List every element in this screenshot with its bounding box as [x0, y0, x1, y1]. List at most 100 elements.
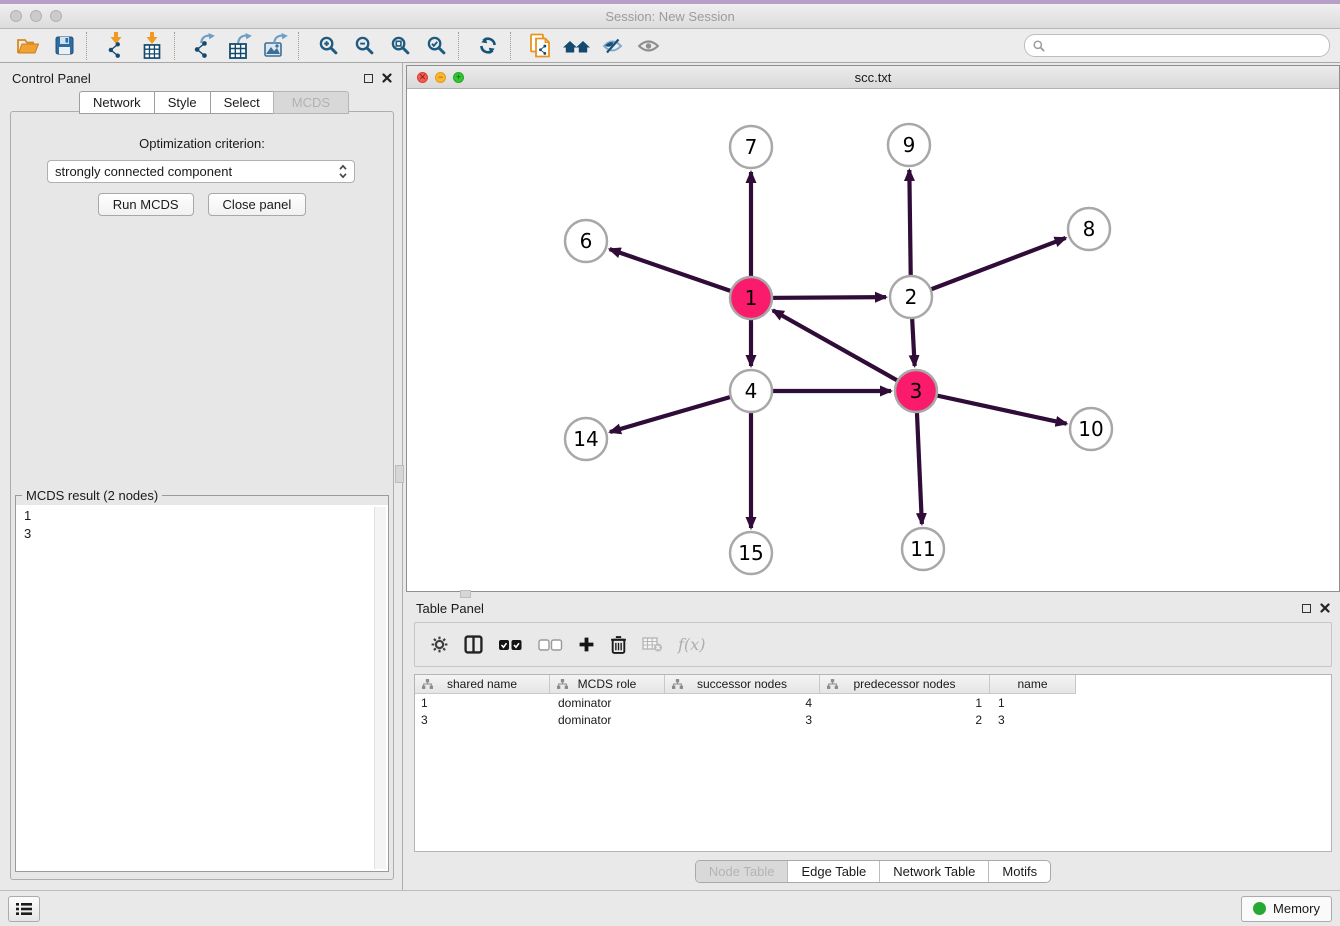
table-cell[interactable]: dominator	[550, 694, 665, 711]
delete-table-button[interactable]	[642, 637, 663, 652]
tab-motifs[interactable]: Motifs	[988, 861, 1050, 882]
deselect-all-button[interactable]	[538, 639, 563, 651]
graph-node-14[interactable]: 14	[565, 418, 607, 460]
memory-status-dot	[1253, 902, 1266, 915]
export-table-button[interactable]	[222, 31, 258, 61]
vertical-splitter-grip[interactable]	[395, 465, 404, 483]
tab-network[interactable]: Network	[79, 91, 154, 114]
clone-network-icon	[529, 33, 551, 58]
table-cell[interactable]: 1	[415, 694, 550, 711]
show-columns-button[interactable]	[464, 635, 483, 654]
table-cell[interactable]: dominator	[550, 711, 665, 728]
svg-text:2: 2	[905, 285, 918, 309]
hierarchy-icon	[422, 679, 433, 689]
graph-node-1[interactable]: 1	[730, 277, 772, 319]
column-header-successor-nodes[interactable]: successor nodes	[665, 675, 820, 694]
minimize-window-button[interactable]	[30, 10, 42, 22]
memory-button[interactable]: Memory	[1241, 896, 1332, 922]
graph-node-9[interactable]: 9	[888, 124, 930, 166]
table-cell[interactable]: 3	[415, 711, 550, 728]
zoom-network-button[interactable]: +	[453, 72, 464, 83]
export-image-button[interactable]	[258, 31, 294, 61]
search-box[interactable]	[1024, 34, 1330, 57]
hide-selected-button[interactable]	[594, 31, 630, 61]
close-table-panel-icon[interactable]	[1320, 603, 1330, 613]
table-cell[interactable]: 1	[820, 694, 990, 711]
table-settings-button[interactable]	[430, 635, 449, 654]
search-input[interactable]	[1050, 38, 1321, 54]
tab-select[interactable]: Select	[210, 91, 273, 114]
network-graph[interactable]: 7 9 6 8 1 2 4 3 14 10 15 11	[407, 89, 1339, 592]
svg-text:15: 15	[738, 541, 763, 565]
tab-node-table[interactable]: Node Table	[696, 861, 788, 882]
close-network-button[interactable]: ✕	[417, 72, 428, 83]
zoom-selected-button[interactable]	[418, 31, 454, 61]
maximize-window-button[interactable]	[50, 10, 62, 22]
graph-node-8[interactable]: 8	[1068, 208, 1110, 250]
mcds-panel: Optimization criterion: strongly connect…	[10, 111, 394, 880]
graph-edge-3-1[interactable]	[773, 310, 916, 391]
minimize-network-button[interactable]: −	[435, 72, 446, 83]
graph-edge-2-8[interactable]	[911, 238, 1066, 297]
import-network-icon	[106, 32, 126, 59]
status-bar: Memory	[0, 890, 1340, 926]
save-disk-icon	[55, 36, 74, 55]
zoom-in-button[interactable]	[310, 31, 346, 61]
graph-node-2[interactable]: 2	[890, 276, 932, 318]
memory-label: Memory	[1273, 901, 1320, 916]
graph-node-6[interactable]: 6	[565, 220, 607, 262]
delete-column-button[interactable]	[610, 635, 627, 654]
tab-edge-table[interactable]: Edge Table	[787, 861, 879, 882]
select-all-button[interactable]	[498, 639, 523, 651]
clone-network-button[interactable]	[522, 31, 558, 61]
column-header-shared-name[interactable]: shared name	[415, 675, 550, 694]
close-panel-button[interactable]: Close panel	[208, 193, 307, 216]
network-canvas[interactable]: 7 9 6 8 1 2 4 3 14 10 15 11	[407, 89, 1339, 591]
table-cell[interactable]: 3	[990, 711, 1076, 728]
svg-text:11: 11	[910, 537, 935, 561]
function-builder-button[interactable]: f(x)	[678, 635, 705, 654]
result-scrollbar[interactable]	[374, 507, 386, 869]
refresh-layout-button[interactable]	[470, 31, 506, 61]
close-window-button[interactable]	[10, 10, 22, 22]
table-cell[interactable]: 3	[665, 711, 820, 728]
table-toolbar: f(x)	[414, 622, 1332, 667]
column-header-predecessor-nodes[interactable]: predecessor nodes	[820, 675, 990, 694]
graph-edge-3-10[interactable]	[916, 391, 1067, 424]
graph-node-10[interactable]: 10	[1070, 408, 1112, 450]
task-history-button[interactable]	[8, 896, 40, 922]
run-mcds-button[interactable]: Run MCDS	[98, 193, 194, 216]
table-cell[interactable]: 2	[820, 711, 990, 728]
zoom-out-button[interactable]	[346, 31, 382, 61]
tab-mcds[interactable]: MCDS	[273, 91, 349, 114]
node-table: shared nameMCDS rolesuccessor nodesprede…	[414, 674, 1332, 852]
column-header-name[interactable]: name	[990, 675, 1076, 694]
graph-node-3[interactable]: 3	[895, 370, 937, 412]
close-panel-icon[interactable]	[382, 73, 392, 83]
graph-node-15[interactable]: 15	[730, 532, 772, 574]
graph-node-4[interactable]: 4	[730, 370, 772, 412]
column-header-MCDS-role[interactable]: MCDS role	[550, 675, 665, 694]
network-window-title: scc.txt	[407, 70, 1339, 85]
table-cell[interactable]: 4	[665, 694, 820, 711]
export-network-button[interactable]	[186, 31, 222, 61]
tab-style[interactable]: Style	[154, 91, 210, 114]
add-column-button[interactable]	[578, 636, 595, 653]
open-session-button[interactable]	[10, 31, 46, 61]
float-table-panel-icon[interactable]	[1302, 604, 1311, 613]
import-table-button[interactable]	[134, 31, 170, 61]
table-cell[interactable]: 1	[990, 694, 1076, 711]
first-neighbors-button[interactable]	[558, 31, 594, 61]
tab-network-table[interactable]: Network Table	[879, 861, 988, 882]
graph-node-7[interactable]: 7	[730, 126, 772, 168]
show-all-button[interactable]	[630, 31, 666, 61]
mcds-result-text[interactable]: 1 3	[18, 507, 386, 869]
graph-edge-1-6[interactable]	[610, 249, 751, 298]
optimization-criterion-select[interactable]: strongly connected component	[47, 160, 355, 183]
graph-node-11[interactable]: 11	[902, 528, 944, 570]
table-row: 3dominator323	[415, 711, 1331, 728]
zoom-fit-button[interactable]	[382, 31, 418, 61]
save-session-button[interactable]	[46, 31, 82, 61]
float-panel-icon[interactable]	[364, 74, 373, 83]
import-network-button[interactable]	[98, 31, 134, 61]
